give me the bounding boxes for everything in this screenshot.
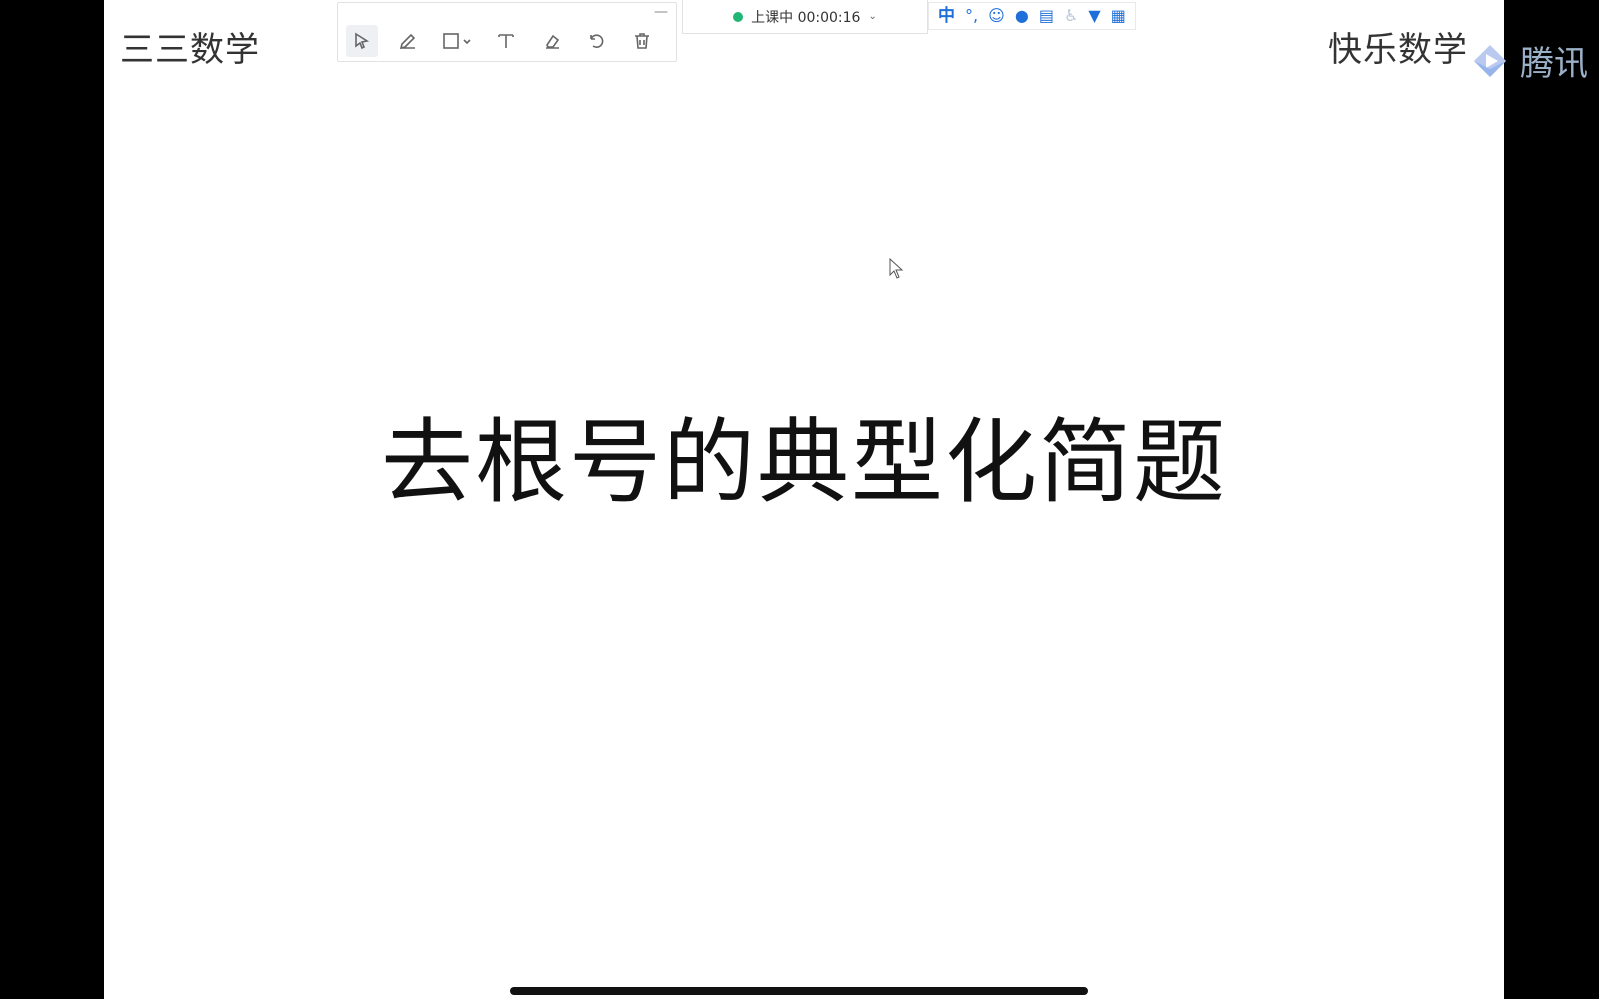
keyboard-icon[interactable]: ▤ bbox=[1039, 7, 1054, 25]
shape-tool-button[interactable] bbox=[438, 25, 478, 57]
microphone-icon[interactable]: ● bbox=[1015, 7, 1029, 25]
accessibility-icon[interactable]: ♿ bbox=[1064, 7, 1078, 25]
clear-button[interactable] bbox=[626, 25, 658, 57]
text-tool-button[interactable] bbox=[490, 25, 522, 57]
emoji-icon[interactable]: ☺ bbox=[988, 7, 1005, 25]
rectangle-icon bbox=[443, 33, 471, 49]
ime-chinese-toggle[interactable]: 中 bbox=[938, 7, 955, 25]
slide-corner-left-label: 三三数学 bbox=[120, 30, 260, 70]
presentation-slide: 三三数学 快乐数学 去根号的典型化简题 bbox=[104, 0, 1504, 999]
slide-title: 去根号的典型化简题 bbox=[380, 409, 1227, 516]
punctuation-icon[interactable]: °, bbox=[965, 7, 978, 25]
trash-icon bbox=[635, 33, 649, 49]
tencent-watermark: 腾讯 bbox=[1468, 30, 1599, 90]
text-icon bbox=[498, 34, 514, 48]
undo-icon bbox=[590, 34, 604, 48]
tencent-brand-name: 腾讯 bbox=[1520, 44, 1588, 84]
eraser-icon bbox=[546, 34, 560, 49]
undo-button[interactable] bbox=[580, 25, 612, 57]
grid-icon[interactable]: ▦ bbox=[1111, 7, 1126, 25]
mouse-cursor-icon bbox=[889, 258, 904, 279]
chevron-down-icon: ⌄ bbox=[868, 11, 877, 22]
select-icon bbox=[355, 32, 370, 50]
input-method-tray: 中 °, ☺ ● ▤ ♿ ▼ ▦ bbox=[928, 2, 1136, 30]
eraser-tool-button[interactable] bbox=[536, 25, 568, 57]
pen-tool-button[interactable] bbox=[392, 25, 424, 57]
select-tool-button[interactable] bbox=[346, 25, 378, 57]
pen-icon bbox=[399, 33, 416, 50]
toolbar-minimize-button[interactable]: — bbox=[654, 5, 668, 19]
skin-icon[interactable]: ▼ bbox=[1088, 7, 1100, 25]
class-status-label: 上课中 00:00:16 bbox=[751, 9, 861, 26]
tencent-logo-icon bbox=[1474, 44, 1506, 77]
class-status-dropdown[interactable]: 上课中 00:00:16 ⌄ bbox=[682, 0, 928, 34]
slide-corner-right-label: 快乐数学 bbox=[1328, 30, 1468, 70]
live-indicator-dot bbox=[733, 11, 744, 22]
drawing-toolbar: — bbox=[337, 2, 677, 62]
home-indicator-bar[interactable] bbox=[510, 987, 1088, 995]
